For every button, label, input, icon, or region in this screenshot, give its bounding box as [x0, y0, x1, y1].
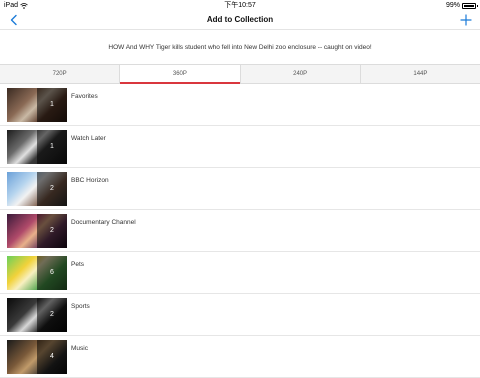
collection-thumbnail: 1 — [7, 130, 67, 164]
collection-row-pets[interactable]: 6 Pets — [0, 252, 480, 294]
video-count-badge: 6 — [37, 256, 67, 290]
collection-name: BBC Horizon — [71, 177, 109, 184]
collection-thumbnail: 4 — [7, 340, 67, 374]
quality-tabs: 720P 360P 240P 144P — [0, 64, 480, 84]
video-count-badge: 2 — [37, 298, 67, 332]
collection-row-favorites[interactable]: 1 Favorites — [0, 84, 480, 126]
collection-row-sports[interactable]: 2 Sports — [0, 294, 480, 336]
collection-name: Sports — [71, 303, 90, 310]
status-bar-right: 99% — [445, 0, 478, 11]
video-count-badge: 1 — [37, 130, 67, 164]
collection-row-bbc-horizon[interactable]: 2 BBC Horizon — [0, 168, 480, 210]
collection-name: Favorites — [71, 93, 98, 100]
collection-name: Pets — [71, 261, 85, 268]
page-title: Add to Collection — [206, 15, 274, 24]
clock: 下午10:57 — [224, 2, 256, 9]
tab-720p[interactable]: 720P — [0, 65, 121, 83]
video-count-badge: 2 — [37, 172, 67, 206]
plus-icon[interactable] — [460, 14, 472, 26]
collection-thumbnail: 2 — [7, 298, 67, 332]
collection-list: 1 Favorites 1 Watch Later 2 BBC Horizon … — [0, 84, 480, 378]
collection-name: Music — [71, 345, 88, 352]
collection-thumbnail: 6 — [7, 256, 67, 290]
video-title: HOW And WHY Tiger kills student who fell… — [0, 29, 480, 65]
tab-240p[interactable]: 240P — [241, 65, 361, 83]
collection-thumbnail: 2 — [7, 172, 67, 206]
collection-row-watch-later[interactable]: 1 Watch Later — [0, 126, 480, 168]
collection-name: Documentary Channel — [71, 219, 136, 226]
collection-row-documentary-channel[interactable]: 2 Documentary Channel — [0, 210, 480, 252]
video-count-badge: 2 — [37, 214, 67, 248]
collection-thumbnail: 2 — [7, 214, 67, 248]
battery-icon — [462, 2, 478, 9]
collection-thumbnail: 1 — [7, 88, 67, 122]
collection-row-music[interactable]: 4 Music — [0, 336, 480, 378]
tab-144p[interactable]: 144P — [361, 65, 480, 83]
video-count-badge: 1 — [37, 88, 67, 122]
tab-360p[interactable]: 360P — [120, 65, 241, 84]
collection-name: Watch Later — [71, 135, 106, 142]
video-count-badge: 4 — [37, 340, 67, 374]
battery-percent: 99% — [445, 2, 460, 9]
status-bar: iPad 下午10:57 99% — [0, 0, 480, 11]
nav-bar: Add to Collection — [0, 11, 480, 29]
